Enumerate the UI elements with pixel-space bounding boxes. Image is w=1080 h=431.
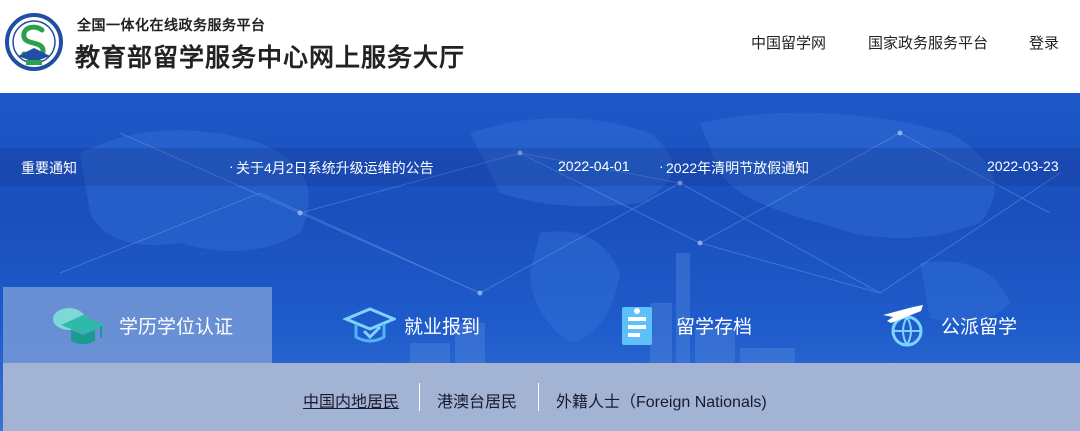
employment-cap-icon (342, 307, 396, 343)
notice-date: 2022-04-01 (558, 158, 630, 174)
site-logo-icon[interactable] (4, 12, 64, 72)
archive-folder-icon (622, 307, 652, 345)
notice-label: 重要通知 (21, 160, 77, 176)
tab-employment-registration[interactable]: 就业报到 (340, 287, 480, 363)
divider (538, 383, 539, 411)
tab-label: 就业报到 (404, 316, 481, 338)
option-foreign-nationals[interactable]: 外籍人士（Foreign Nationals) (556, 388, 767, 412)
nav-link-cscse[interactable]: 中国留学网 (751, 32, 826, 53)
airplane-globe-icon (883, 305, 923, 348)
platform-subtitle: 全国一体化在线政务服务平台 (77, 17, 266, 33)
tab-study-abroad-archive[interactable]: 留学存档 (616, 287, 752, 363)
tab-label: 留学存档 (676, 316, 753, 338)
tab-government-sponsored[interactable]: 公派留学 (877, 287, 1017, 363)
notice-bullet: · (659, 158, 664, 174)
graduation-cap-icon (53, 308, 105, 344)
tab-label: 公派留学 (941, 316, 1018, 338)
notice-item-upgrade[interactable]: 关于4月2日系统升级运维的公告 (236, 158, 434, 178)
notice-bar: 重要通知 · 关于4月2日系统升级运维的公告 2022-04-01 · 2022… (0, 148, 1080, 186)
login-link[interactable]: 登录 (1029, 32, 1059, 53)
nav-link-national-platform[interactable]: 国家政务服务平台 (868, 32, 988, 53)
divider (419, 383, 420, 411)
option-hk-macao-taiwan-residents[interactable]: 港澳台居民 (437, 388, 517, 412)
notice-item-holiday[interactable]: 2022年清明节放假通知 (666, 158, 809, 178)
notice-bullet: · (229, 158, 234, 174)
site-title[interactable]: 教育部留学服务中心网上服务大厅 (75, 38, 465, 74)
tab-degree-verification[interactable]: 学历学位认证 (3, 287, 272, 363)
tab-label: 学历学位认证 (119, 316, 234, 338)
site-header: 全国一体化在线政务服务平台 教育部留学服务中心网上服务大厅 中国留学网 国家政务… (0, 0, 1080, 93)
option-mainland-residents[interactable]: 中国内地居民 (303, 388, 399, 412)
notice-date: 2022-03-23 (987, 158, 1059, 174)
resident-type-bar: 中国内地居民 港澳台居民 外籍人士（Foreign Nationals) (3, 363, 1080, 431)
